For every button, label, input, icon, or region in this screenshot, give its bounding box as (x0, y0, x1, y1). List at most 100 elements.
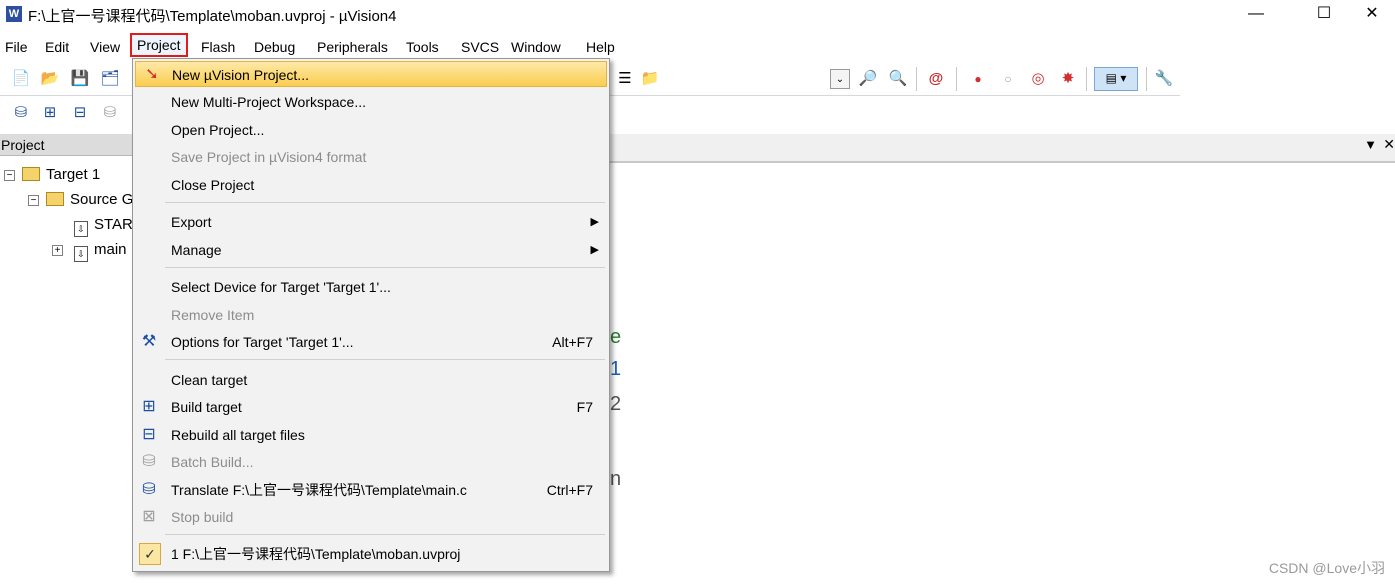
menu-item-label: Close Project (171, 177, 255, 193)
collapse-toggle-icon[interactable]: − (4, 170, 15, 181)
find-dropdown-icon[interactable]: ⌄ (830, 69, 850, 89)
menu-item-save-project-uvision4: Save Project in µVision4 format (135, 144, 607, 170)
c-file-icon: ⇩ (74, 246, 88, 262)
group-folder: Source G (46, 190, 133, 210)
menu-item-label: Translate F:\上官一号课程代码\Template\main.c (171, 482, 467, 498)
save-icon[interactable]: 💾 (70, 69, 90, 89)
menu-item-open-project[interactable]: Open Project... (135, 117, 607, 143)
tab-list-dropdown-icon[interactable]: ▼ (1364, 137, 1377, 152)
folder-icon (46, 192, 64, 206)
menu-svcs[interactable]: SVCS (461, 35, 499, 59)
uvision-app-icon: W (6, 6, 22, 22)
minimize-button[interactable]: — (1233, 0, 1279, 30)
menu-item-label: Manage (171, 242, 222, 258)
tree-row-file[interactable]: ⇩ STAR (74, 215, 133, 237)
indent-icon[interactable]: ☰ (615, 69, 635, 89)
window-layout-icon[interactable]: ▤ ▾ (1094, 67, 1138, 91)
menu-flash[interactable]: Flash (201, 35, 235, 59)
menu-debug[interactable]: Debug (254, 35, 295, 59)
menu-separator (165, 359, 605, 360)
menu-file[interactable]: File (5, 35, 28, 59)
menu-item-new-uvision-project[interactable]: ➘ New µVision Project... (135, 61, 607, 87)
build-icon[interactable]: ⊞ (40, 103, 60, 123)
translate-icon: ⛁ (142, 481, 156, 498)
menu-item-close-project[interactable]: Close Project (135, 172, 607, 198)
editor-body[interactable]: e 1 2 n (610, 163, 1395, 586)
menu-bar: File Edit View Project Flash Debug Perip… (0, 33, 1395, 60)
kill-breakpoints-icon[interactable]: ✸ (1058, 69, 1078, 89)
debug-session-icon[interactable]: @ (926, 69, 946, 89)
menu-edit[interactable]: Edit (45, 35, 69, 59)
menu-tools[interactable]: Tools (406, 35, 439, 59)
toolbar-separator (956, 67, 957, 91)
collapse-toggle-icon[interactable]: − (28, 195, 39, 206)
menu-item-label: Open Project... (171, 122, 265, 138)
insert-breakpoint-icon[interactable]: ● (968, 69, 988, 89)
menu-item-rebuild-all[interactable]: ⊟ Rebuild all target files (135, 422, 607, 448)
submenu-arrow-icon: ▶ (590, 244, 599, 256)
menu-item-options-for-target[interactable]: ⚒ Options for Target 'Target 1'... Alt+F… (135, 329, 607, 355)
file-label: main (94, 241, 127, 258)
menu-item-label: Batch Build... (171, 454, 254, 470)
editor-tab-strip: ▼ ✕ (610, 134, 1395, 163)
disable-breakpoints-icon[interactable]: ◎ (1028, 69, 1048, 89)
new-file-icon[interactable]: 📄 (11, 69, 31, 89)
menu-item-clean-target[interactable]: Clean target (135, 367, 607, 393)
maximize-button[interactable]: ☐ (1301, 0, 1347, 30)
batch-build-icon[interactable]: ⛁ (100, 103, 120, 123)
menu-item-label: New Multi-Project Workspace... (171, 94, 367, 110)
title-bar: W F:\上官一号课程代码\Template\moban.uvproj - µV… (0, 0, 1395, 30)
menu-peripherals[interactable]: Peripherals (317, 35, 388, 59)
window-title: F:\上官一号课程代码\Template\moban.uvproj - µVis… (28, 8, 397, 25)
menu-window[interactable]: Window (511, 35, 561, 59)
toolbar-separator (1086, 67, 1087, 91)
project-menu: ➘ New µVision Project... New Multi-Proje… (132, 58, 610, 572)
menu-separator (165, 534, 605, 535)
code-fragment: 2 (610, 393, 622, 415)
menu-item-shortcut: Alt+F7 (552, 334, 593, 350)
menu-item-shortcut: F7 (576, 399, 593, 415)
menu-item-translate[interactable]: ⛁ Translate F:\上官一号课程代码\Template\main.c … (135, 477, 607, 503)
target-folder: Target 1 (22, 165, 100, 185)
save-all-icon[interactable]: 🗂 (100, 69, 120, 89)
menu-item-label: Options for Target 'Target 1'... (171, 334, 354, 350)
menu-item-export[interactable]: Export ▶ (135, 209, 607, 235)
menu-project[interactable]: Project (130, 33, 188, 57)
main-file: ⇩ main (74, 240, 127, 262)
menu-item-shortcut: Ctrl+F7 (546, 482, 593, 498)
target-icon (22, 167, 40, 181)
menu-help[interactable]: Help (586, 35, 615, 59)
menu-separator (165, 202, 605, 203)
toolbar-separator (1146, 67, 1147, 91)
menu-item-remove-item: Remove Item (135, 302, 607, 328)
menu-item-label: Rebuild all target files (171, 427, 305, 443)
menu-view[interactable]: View (90, 35, 120, 59)
open-file-icon[interactable]: 📂 (40, 69, 60, 89)
watermark: CSDN @Love小羽 (1268, 560, 1385, 576)
menu-item-label: New µVision Project... (172, 67, 309, 83)
menu-item-select-device[interactable]: Select Device for Target 'Target 1'... (135, 274, 607, 300)
menu-item-build-target[interactable]: ⊞ Build target F7 (135, 394, 607, 420)
incremental-find-icon[interactable]: 🔍 (888, 69, 908, 89)
asm-file-icon: ⇩ (74, 221, 88, 237)
find-in-files-icon[interactable]: 📁 (640, 69, 660, 89)
menu-item-label: Export (171, 214, 212, 230)
find-icon[interactable]: 🔎 (858, 69, 878, 89)
menu-item-label: Stop build (171, 509, 234, 525)
close-tab-icon[interactable]: ✕ (1383, 136, 1395, 153)
uvision-window: W F:\上官一号课程代码\Template\moban.uvproj - µV… (0, 0, 1395, 586)
menu-item-batch-build: ⛁ Batch Build... (135, 449, 607, 475)
enable-breakpoint-icon[interactable]: ○ (998, 69, 1018, 89)
close-button[interactable]: ✕ (1349, 0, 1395, 30)
submenu-arrow-icon: ▶ (590, 216, 599, 228)
menu-item-label: 1 F:\上官一号课程代码\Template\moban.uvproj (171, 546, 461, 562)
expand-toggle-icon[interactable]: + (52, 245, 63, 256)
menu-item-manage[interactable]: Manage ▶ (135, 237, 607, 263)
stop-build-icon: ⊠ (142, 508, 156, 525)
translate-icon[interactable]: ⛁ (11, 103, 31, 123)
menu-item-new-multi-project-workspace[interactable]: New Multi-Project Workspace... (135, 89, 607, 115)
rebuild-icon[interactable]: ⊟ (70, 103, 90, 123)
menu-item-recent-project[interactable]: ✓ 1 F:\上官一号课程代码\Template\moban.uvproj (135, 541, 607, 567)
configure-icon[interactable]: 🔧 (1154, 69, 1174, 89)
code-fragment: e (610, 326, 622, 348)
